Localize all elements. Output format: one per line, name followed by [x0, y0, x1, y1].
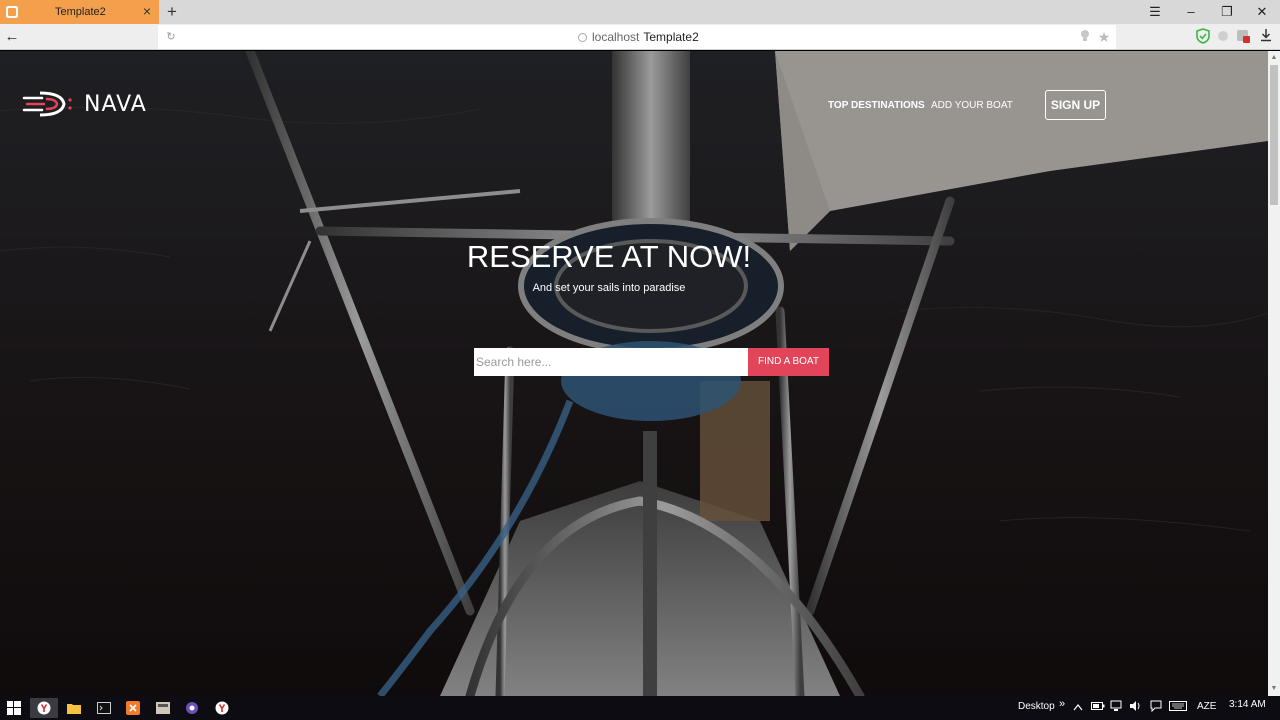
terminal-icon[interactable] — [90, 698, 118, 718]
tab-title: Template2 — [55, 6, 106, 18]
url-host: localhost — [592, 30, 640, 44]
maximize-button[interactable]: ❐ — [1209, 0, 1245, 24]
globe-icon — [578, 33, 587, 42]
logo-text: NAVA — [84, 91, 147, 117]
scroll-down-arrow-icon[interactable]: ▼ — [1268, 684, 1280, 694]
url-field[interactable]: ↻ localhost Template2 ★ — [158, 25, 1116, 49]
hero-subtitle: And set your sails into paradise — [532, 282, 686, 294]
sign-up-button[interactable]: SIGN UP — [1045, 90, 1106, 120]
desktop-toolbar-label[interactable]: Desktop — [1018, 701, 1055, 712]
url-page: Template2 — [643, 30, 699, 44]
download-icon[interactable] — [1257, 28, 1275, 46]
scroll-up-arrow-icon[interactable]: ▲ — [1268, 53, 1280, 63]
page-scrollbar[interactable]: ▲ ▼ — [1268, 51, 1280, 696]
language-indicator[interactable]: AZE — [1197, 701, 1216, 712]
desktop-chevron-icon[interactable]: » — [1055, 696, 1069, 712]
media-icon[interactable] — [178, 698, 206, 718]
shield-check-icon[interactable] — [1194, 28, 1212, 46]
bookmark-star-icon[interactable]: ★ — [1096, 29, 1112, 45]
reload-icon[interactable]: ↻ — [164, 29, 178, 45]
volume-icon[interactable] — [1129, 700, 1143, 716]
xampp-icon[interactable] — [119, 698, 147, 718]
start-icon[interactable] — [0, 698, 28, 718]
back-button[interactable]: ← — [3, 27, 21, 47]
browser-tab[interactable]: Template2 × — [0, 0, 159, 24]
minimize-button[interactable]: – — [1173, 0, 1209, 24]
taskbar: Desktop » AZE 3:14 AM — [0, 696, 1280, 720]
xampp-favicon-icon — [6, 6, 18, 18]
tab-close-icon[interactable]: × — [140, 4, 154, 18]
sync-icon[interactable] — [1214, 28, 1232, 46]
clock-time[interactable]: 3:14 AM — [1229, 699, 1266, 710]
yandex-browser-icon[interactable] — [208, 698, 236, 718]
adblock-icon[interactable] — [1234, 28, 1252, 46]
close-window-button[interactable]: ✕ — [1244, 0, 1280, 24]
site-logo[interactable]: NAVA — [22, 89, 147, 119]
yandex-browser-icon[interactable] — [30, 698, 58, 718]
page-viewport: NAVA TOP DESTINATIONS ADD YOUR BOAT SIGN… — [0, 51, 1268, 696]
lightbulb-icon[interactable] — [1078, 29, 1092, 45]
url-text: localhost Template2 — [578, 30, 699, 44]
nav-link-add-your-boat[interactable]: ADD YOUR BOAT — [931, 100, 1013, 111]
find-a-boat-button[interactable]: FIND A BOAT — [748, 348, 829, 376]
hero-title: RESERVE AT NOW! — [466, 239, 752, 274]
browser-tabbar: Template2 × + ☰ – ❐ ✕ — [0, 0, 1280, 24]
address-bar: ← ↻ localhost Template2 ★ — [0, 24, 1280, 50]
scroll-thumb[interactable] — [1270, 65, 1278, 205]
keyboard-icon[interactable] — [1169, 700, 1187, 716]
show-hidden-icons-icon[interactable] — [1071, 700, 1085, 716]
nav-link-top-destinations[interactable]: TOP DESTINATIONS — [828, 100, 925, 111]
browser-menu-icon[interactable]: ☰ — [1137, 0, 1173, 24]
nava-logo-icon — [22, 91, 72, 117]
app-icon[interactable] — [149, 698, 177, 718]
network-icon[interactable] — [1110, 700, 1124, 716]
search-input[interactable] — [474, 348, 749, 376]
notifications-icon[interactable] — [1149, 700, 1163, 716]
battery-icon[interactable] — [1091, 700, 1105, 716]
file-explorer-icon[interactable] — [60, 698, 88, 718]
new-tab-button[interactable]: + — [163, 2, 181, 22]
